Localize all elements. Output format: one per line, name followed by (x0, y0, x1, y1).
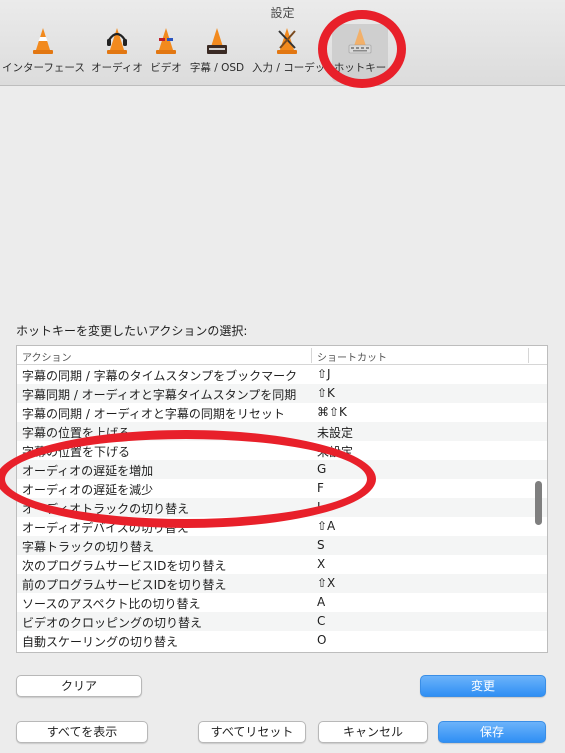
tab-video[interactable]: ビデオ (148, 24, 184, 82)
column-divider (311, 348, 312, 363)
shortcut-cell: X (317, 557, 326, 571)
table-row[interactable]: 字幕の位置を下げる 未設定 (17, 441, 547, 460)
tab-label: オーディオ (91, 62, 143, 74)
action-cell: ビデオのクロッピングの切り替え (22, 616, 203, 630)
hotkey-section-label: ホットキーを変更したいアクションの選択: (16, 324, 248, 338)
tab-audio[interactable]: オーディオ (88, 24, 146, 82)
table-row[interactable]: 字幕同期 / オーディオと字幕タイムスタンプを同期 ⇧K (17, 384, 547, 403)
shortcut-cell: O (317, 633, 327, 647)
tab-input-codec[interactable]: 入力 / コーデック (250, 24, 324, 82)
table-row[interactable]: ソースのアスペクト比の切り替え A (17, 593, 547, 612)
shortcut-cell: L (317, 500, 324, 514)
tab-label: インターフェース (2, 62, 85, 74)
table-scrollbar-thumb[interactable] (535, 481, 542, 525)
table-row[interactable]: 字幕の同期 / オーディオと字幕の同期をリセット ⌘⇧K (17, 403, 547, 422)
tab-hotkeys[interactable]: ホットキー (332, 24, 388, 82)
table-row[interactable]: 自動スケーリングの切り替え O (17, 631, 547, 650)
tab-label: 入力 / コーデック (252, 62, 324, 74)
action-cell: 前のプログラムサービスIDを切り替え (22, 578, 227, 592)
show-all-button[interactable]: すべてを表示 (16, 721, 148, 743)
shortcut-cell: G (317, 462, 327, 476)
action-cell: 次のプログラムサービスIDを切り替え (22, 559, 227, 573)
shortcut-cell: ⇧J (317, 367, 331, 381)
action-cell: オーディオトラックの切り替え (22, 502, 190, 516)
action-cell: オーディオの遅延を増加 (22, 464, 154, 478)
cone-glasses-icon (156, 28, 176, 54)
shortcut-cell: S (317, 538, 325, 552)
table-row[interactable]: 字幕トラックの切り替え S (17, 536, 547, 555)
hotkey-rows: 字幕の同期 / 字幕のタイムスタンプをブックマーク ⇧J 字幕同期 / オーディオ… (17, 365, 547, 650)
shortcut-cell: F (317, 481, 324, 495)
shortcut-cell: C (317, 614, 326, 628)
table-row[interactable]: オーディオの遅延を減少 F (17, 479, 547, 498)
table-row[interactable]: オーディオの遅延を増加 G (17, 460, 547, 479)
cone-subtitle-icon (207, 28, 227, 54)
shortcut-cell: A (317, 595, 326, 609)
table-row[interactable]: 次のプログラムサービスIDを切り替え X (17, 555, 547, 574)
shortcut-cell: ⌘⇧K (317, 405, 347, 419)
table-row[interactable]: 前のプログラムサービスIDを切り替え ⇧X (17, 574, 547, 593)
change-button[interactable]: 変更 (420, 675, 546, 697)
tab-subtitles-osd[interactable]: 字幕 / OSD (186, 24, 248, 82)
column-divider (528, 348, 529, 363)
action-cell: 字幕の位置を下げる (22, 445, 131, 459)
table-header: アクション ショートカット (17, 346, 547, 365)
tab-label: 字幕 / OSD (189, 62, 245, 74)
shortcut-cell: 未設定 (317, 426, 354, 440)
cone-tools-icon (277, 28, 297, 54)
shortcut-cell: ⇧K (317, 386, 335, 400)
reset-all-button[interactable]: すべてリセット (198, 721, 306, 743)
table-row[interactable]: オーディオデバイスの切り替え ⇧A (17, 517, 547, 536)
table-row[interactable]: 字幕の同期 / 字幕のタイムスタンプをブックマーク ⇧J (17, 365, 547, 384)
shortcut-cell: ⇧A (317, 519, 336, 533)
action-cell: 字幕同期 / オーディオと字幕タイムスタンプを同期 (22, 388, 297, 402)
table-row[interactable]: オーディオトラックの切り替え L (17, 498, 547, 517)
cancel-button[interactable]: キャンセル (318, 721, 428, 743)
tab-label: ホットキー (333, 62, 387, 74)
clear-button[interactable]: クリア (16, 675, 142, 697)
tab-label: ビデオ (150, 62, 182, 74)
action-cell: 字幕トラックの切り替え (22, 540, 155, 554)
column-header-action[interactable]: アクション (22, 349, 72, 364)
action-cell: 字幕の同期 / オーディオと字幕の同期をリセット (22, 407, 285, 421)
tab-interface[interactable]: インターフェース (2, 24, 85, 82)
action-cell: オーディオデバイスの切り替え (22, 521, 189, 535)
table-row[interactable]: ビデオのクロッピングの切り替え C (17, 612, 547, 631)
action-cell: ソースのアスペクト比の切り替え (22, 597, 201, 611)
hotkey-table[interactable]: アクション ショートカット 字幕の同期 / 字幕のタイムスタンプをブックマーク ⇧… (16, 345, 548, 653)
action-cell: 字幕の同期 / 字幕のタイムスタンプをブックマーク (22, 369, 298, 383)
shortcut-cell: ⇧X (317, 576, 336, 590)
shortcut-cell: 未設定 (317, 445, 354, 459)
table-row[interactable]: 字幕の位置を上げる 未設定 (17, 422, 547, 441)
window-title: 設定 (270, 6, 295, 20)
cone-headphones-icon (107, 28, 127, 54)
save-button[interactable]: 保存 (438, 721, 546, 743)
preferences-toolbar: 設定 インターフェース オーディオ ビデオ 字幕 / OSD 入力 / コーデッ… (0, 0, 565, 86)
cone-keyboard-icon (348, 28, 372, 54)
action-cell: オーディオの遅延を減少 (22, 483, 154, 497)
action-cell: 自動スケーリングの切り替え (22, 635, 179, 649)
column-header-shortcut[interactable]: ショートカット (317, 349, 387, 364)
cone-icon (33, 28, 53, 54)
action-cell: 字幕の位置を上げる (22, 426, 131, 440)
